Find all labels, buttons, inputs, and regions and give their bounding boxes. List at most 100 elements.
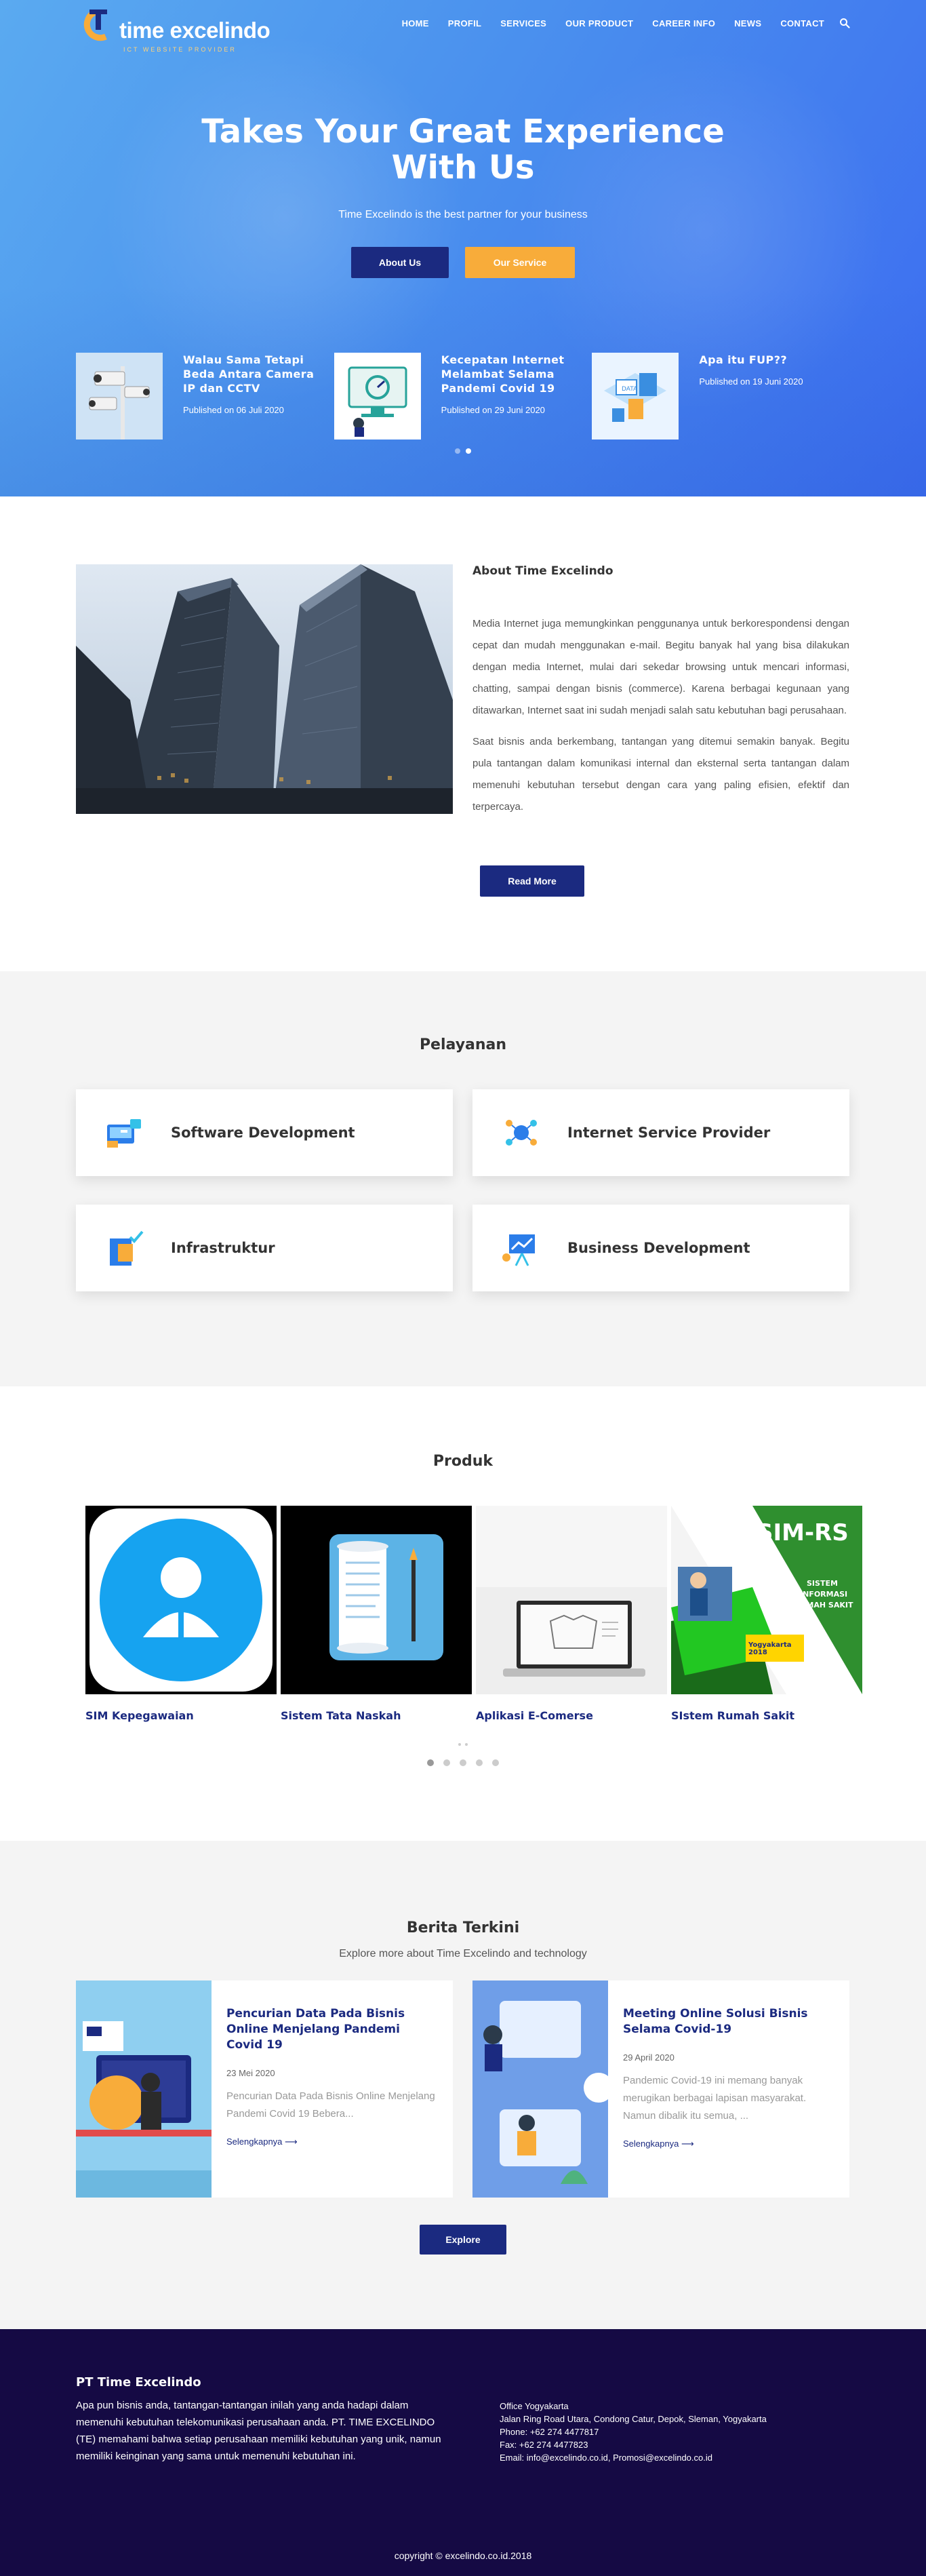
about-section: About Time Excelindo Media Internet juga…	[0, 496, 926, 971]
product-name[interactable]: Sistem Tata Naskah	[281, 1709, 472, 1722]
skyscrapers-image	[76, 564, 453, 814]
news-subtitle: Explore more about Time Excelindo and te…	[339, 1948, 587, 1959]
news-title: Berita Terkini	[406, 1919, 520, 1936]
poster-line: INFORMASI	[800, 1590, 848, 1599]
nav-services[interactable]: SERVICES	[491, 18, 556, 28]
service-card-internet-service-provider[interactable]: Internet Service Provider	[472, 1089, 849, 1176]
product-name[interactable]: SIstem Rumah Sakit	[671, 1709, 862, 1722]
product-card[interactable]: SIM-RS SISTEM INFORMASI RUMAH SAKIT Yogy…	[671, 1506, 862, 1722]
product-name[interactable]: Aplikasi E-Comerse	[476, 1709, 667, 1722]
slider-dot[interactable]	[443, 1759, 450, 1766]
data-theft-icon	[76, 1980, 212, 2198]
our-service-button[interactable]: Our Service	[465, 247, 575, 278]
document-scroll-icon[interactable]	[281, 1506, 472, 1694]
footer-description: Apa pun bisnis anda, tantangan-tantangan…	[76, 2400, 441, 2462]
news-excerpt: Pencurian Data Pada Bisnis Online Menjel…	[226, 2090, 435, 2120]
navbar: time excelindo ICT WEBSITE PROVIDER HOME…	[0, 0, 926, 54]
business-development-icon	[502, 1234, 535, 1266]
news-date: 29 April 2020	[623, 2052, 675, 2063]
office-phone: Phone: +62 274 4477817	[500, 2427, 599, 2437]
product-name[interactable]: SIM Kepegawaian	[85, 1709, 277, 1722]
data-fup-icon: DATA	[592, 353, 679, 440]
main-nav: HOME PROFIL SERVICES OUR PRODUCT CAREER …	[392, 18, 850, 28]
slider-dot[interactable]	[455, 448, 460, 454]
news-title-link[interactable]: Pencurian Data Pada Bisnis Online Menjel…	[226, 2006, 438, 2053]
service-card-software-development[interactable]: Software Development	[76, 1089, 453, 1176]
footer-title: PT Time Excelindo	[76, 2375, 201, 2389]
news-card[interactable]: Pencurian Data Pada Bisnis Online Menjel…	[76, 1980, 453, 2198]
product-slider-dots	[0, 1759, 926, 1766]
hero-title-line: Takes Your Great Experience	[201, 113, 725, 151]
hero-title-line: With Us	[391, 149, 535, 187]
search-icon[interactable]	[839, 18, 850, 28]
hero-post[interactable]: DATA Apa itu FUP?? Published on 19 Juni …	[592, 353, 850, 441]
hero-post-date: Published on 19 Juni 2020	[699, 376, 803, 387]
hero-post[interactable]: Walau Sama Tetapi Beda Antara Camera IP …	[76, 353, 334, 441]
nav-our-product[interactable]: OUR PRODUCT	[556, 18, 643, 28]
laptop-illustration	[476, 1506, 667, 1694]
slider-dot[interactable]	[460, 1759, 466, 1766]
logo-mark-icon	[83, 9, 107, 41]
footer-contact: Office Yogyakarta Jalan Ring Road Utara,…	[500, 2400, 767, 2464]
copyright: copyright © excelindo.co.id.2018	[394, 2550, 532, 2561]
read-more-link[interactable]: Selengkapnya ⟶	[623, 2139, 834, 2149]
slider-dot[interactable]	[476, 1759, 483, 1766]
document-scroll-illustration	[281, 1506, 472, 1694]
software-development-icon	[107, 1119, 141, 1148]
online-meeting-illustration[interactable]	[472, 1980, 608, 2198]
cctv-camera-icon	[76, 353, 163, 440]
nav-news[interactable]: NEWS	[725, 18, 771, 28]
news-section: Berita Terkini Explore more about Time E…	[0, 1841, 926, 2329]
hero-post-title[interactable]: Kecepatan Internet Melambat Selama Pande…	[441, 353, 577, 395]
footer: PT Time Excelindo Apa pun bisnis anda, t…	[0, 2329, 926, 2576]
about-text: Media Internet juga memungkinkan penggun…	[472, 613, 849, 827]
office-address: Jalan Ring Road Utara, Condong Catur, De…	[500, 2414, 767, 2424]
data-theft-illustration[interactable]	[76, 1980, 212, 2198]
skyscrapers-illustration	[76, 564, 453, 814]
hero-post[interactable]: Kecepatan Internet Melambat Selama Pande…	[334, 353, 592, 441]
logo-text: time excelindo	[119, 18, 270, 43]
hero-post-title[interactable]: Apa itu FUP??	[699, 353, 834, 367]
office-fax: Fax: +62 274 4477823	[500, 2440, 588, 2450]
service-card-business-development[interactable]: Business Development	[472, 1205, 849, 1291]
about-us-button[interactable]: About Us	[351, 247, 449, 278]
user-profile-icon[interactable]	[85, 1506, 277, 1694]
poster-line: SISTEM	[807, 1579, 838, 1588]
hero-section: time excelindo ICT WEBSITE PROVIDER HOME…	[0, 0, 926, 496]
news-card[interactable]: Meeting Online Solusi Bisnis Selama Covi…	[472, 1980, 849, 2198]
product-card[interactable]: SIM Kepegawaian	[85, 1506, 277, 1722]
data-fup-illustration[interactable]: DATA	[592, 353, 679, 440]
slider-dot[interactable]	[492, 1759, 499, 1766]
laptop-image[interactable]	[476, 1506, 667, 1694]
service-name: Internet Service Provider	[567, 1125, 771, 1141]
nav-profil[interactable]: PROFIL	[439, 18, 491, 28]
internet-speed-illustration[interactable]	[334, 353, 421, 440]
office-email: Email: info@excelindo.co.id, Promosi@exc…	[500, 2453, 712, 2463]
service-name: Software Development	[171, 1125, 355, 1141]
internet-service-provider-icon	[506, 1120, 537, 1146]
logo[interactable]: time excelindo ICT WEBSITE PROVIDER	[80, 7, 277, 54]
product-card[interactable]: Sistem Tata Naskah	[281, 1506, 472, 1722]
service-card-infrastruktur[interactable]: Infrastruktur	[76, 1205, 453, 1291]
nav-home[interactable]: HOME	[392, 18, 439, 28]
read-more-link[interactable]: Selengkapnya ⟶	[226, 2136, 438, 2147]
hero-post-date: Published on 29 Juni 2020	[441, 405, 545, 415]
sim-rs-poster[interactable]: SIM-RS SISTEM INFORMASI RUMAH SAKIT Yogy…	[671, 1506, 862, 1694]
product-card[interactable]: Aplikasi E-Comerse	[476, 1506, 667, 1722]
cctv-camera-image[interactable]	[76, 353, 163, 440]
product-mini-indicator	[0, 1743, 926, 1746]
hero-post-title[interactable]: Walau Sama Tetapi Beda Antara Camera IP …	[183, 353, 319, 395]
slider-dot-active[interactable]	[466, 448, 471, 454]
read-more-button[interactable]: Read More	[480, 865, 584, 897]
news-excerpt: Pandemic Covid-19 ini memang banyak meru…	[623, 2075, 807, 2122]
news-title-link[interactable]: Meeting Online Solusi Bisnis Selama Covi…	[623, 2006, 834, 2037]
explore-button[interactable]: Explore	[420, 2225, 506, 2255]
poster-badge: Yogyakarta 2018	[748, 1641, 792, 1656]
nav-career-info[interactable]: CAREER INFO	[643, 18, 725, 28]
online-meeting-icon	[472, 1980, 608, 2198]
services-title: Pelayanan	[419, 1036, 507, 1053]
slider-dot-active[interactable]	[427, 1759, 434, 1766]
services-section: Pelayanan Software Development Internet …	[0, 971, 926, 1386]
logo-tagline: ICT WEBSITE PROVIDER	[123, 46, 237, 53]
nav-contact[interactable]: CONTACT	[771, 18, 834, 28]
